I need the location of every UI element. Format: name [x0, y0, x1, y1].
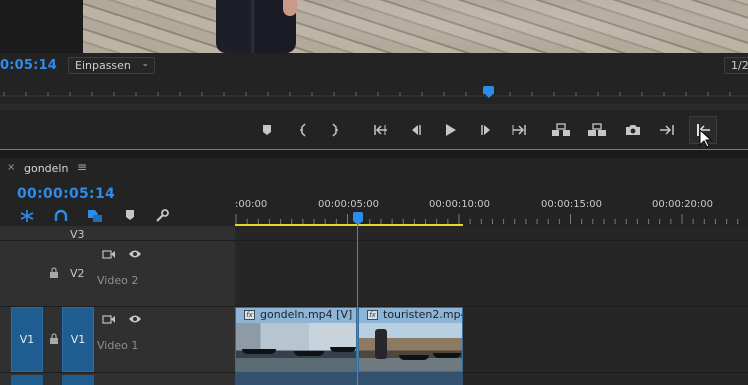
program-monitor-video-frame [83, 0, 748, 53]
track-label-v3[interactable]: V3 [70, 228, 85, 241]
tab-sequence[interactable]: gondeln [24, 162, 68, 175]
track-label-v2[interactable]: V2 [70, 267, 85, 280]
sync-lock-icon[interactable] [102, 248, 116, 260]
track-name-v2: Video 2 [97, 274, 139, 287]
insert-button[interactable] [654, 118, 680, 142]
zoom-level-value: Einpassen [75, 59, 131, 72]
ruler-label: :00:00 [235, 199, 268, 210]
track-target-a1[interactable] [62, 375, 94, 385]
ruler-ticks [235, 214, 739, 224]
source-patch-v1[interactable]: V1 [11, 307, 43, 372]
step-back-button[interactable] [403, 118, 429, 142]
linked-selection-icon[interactable] [53, 209, 69, 223]
track-divider [0, 240, 748, 241]
camera-icon [626, 125, 640, 135]
step-back-icon [412, 125, 421, 135]
panel-menu-icon[interactable]: ≡ [77, 160, 87, 174]
track-name-v1: Video 1 [97, 339, 139, 352]
go-to-in-button[interactable] [368, 118, 394, 142]
monitor-zoom-scrollbar[interactable] [0, 104, 748, 110]
ruler-label: 00:00:20:00 [652, 199, 714, 210]
lock-icon[interactable] [47, 267, 61, 279]
lift-button[interactable] [548, 118, 574, 142]
add-marker-button[interactable] [254, 118, 280, 142]
ruler-label: 00:00:05:00 [318, 199, 380, 210]
mark-out-icon [332, 123, 338, 137]
clip-gondeln[interactable]: gondeln.mp4 [V] fx [235, 307, 357, 372]
zoom-level-select[interactable]: Einpassen ⌄ [68, 57, 155, 74]
snap-icon[interactable] [19, 209, 35, 223]
playhead-tip [353, 221, 363, 225]
playhead-line [357, 220, 358, 385]
monitor-playhead-handle[interactable] [483, 86, 494, 94]
program-monitor-letterbox [0, 0, 83, 53]
chevron-down-icon: ⌄ [141, 59, 149, 69]
gondola-shape [433, 353, 461, 358]
play-button[interactable] [437, 118, 463, 142]
clip-touristen2[interactable]: touristen2.mp4 fx [358, 307, 463, 372]
gondola-shape [294, 351, 324, 356]
mark-in-icon [300, 123, 306, 137]
fx-badge[interactable]: fx [367, 310, 378, 320]
add-marker-timeline-icon[interactable] [87, 209, 103, 223]
go-to-out-icon [512, 125, 526, 135]
ruler-label: 00:00:15:00 [541, 199, 603, 210]
playhead-handle[interactable] [353, 212, 363, 221]
eye-icon[interactable] [128, 248, 142, 260]
source-patch-a1[interactable] [11, 375, 43, 385]
eye-icon[interactable] [128, 313, 142, 325]
sync-lock-icon[interactable] [102, 313, 116, 325]
play-icon [446, 124, 456, 136]
monitor-playhead-tip [485, 94, 493, 98]
track-target-v1[interactable]: V1 [62, 307, 94, 372]
step-forward-button[interactable] [473, 118, 499, 142]
gondola-shape [330, 347, 356, 352]
clip-thumbnail [236, 323, 356, 371]
marker-timeline-icon[interactable] [122, 209, 138, 223]
ruler-label: 00:00:10:00 [429, 199, 491, 210]
timeline-tab-bar [0, 158, 748, 180]
video-person-hand [283, 0, 297, 16]
program-timecode[interactable]: 0:05:14 [0, 58, 57, 73]
gondola-shape [399, 355, 429, 360]
close-icon[interactable]: × [7, 162, 15, 173]
lift-icon [552, 123, 570, 136]
lock-icon[interactable] [47, 333, 61, 345]
export-frame-button[interactable] [620, 118, 646, 142]
monitor-mini-timeline[interactable] [0, 80, 748, 102]
go-to-in-icon [374, 125, 387, 135]
clip-thumbnail [359, 323, 462, 371]
mark-in-button[interactable] [290, 118, 316, 142]
mark-out-button[interactable] [322, 118, 348, 142]
insert-icon [660, 125, 674, 135]
timeline-timecode[interactable]: 00:00:05:14 [17, 186, 115, 202]
playback-resolution-select[interactable]: 1/2 [724, 57, 748, 74]
step-forward-icon [481, 125, 490, 135]
mouse-cursor-icon [699, 129, 712, 148]
tourist-figure [375, 329, 387, 359]
marker-icon [263, 125, 271, 135]
gondola-shape [242, 349, 276, 354]
extract-icon [588, 123, 606, 136]
extract-button[interactable] [584, 118, 610, 142]
fx-badge[interactable]: fx [244, 310, 255, 320]
go-to-out-button[interactable] [506, 118, 532, 142]
audio-clip-strip[interactable] [235, 372, 463, 385]
wrench-icon[interactable] [154, 209, 170, 223]
panel-gap [0, 150, 748, 158]
